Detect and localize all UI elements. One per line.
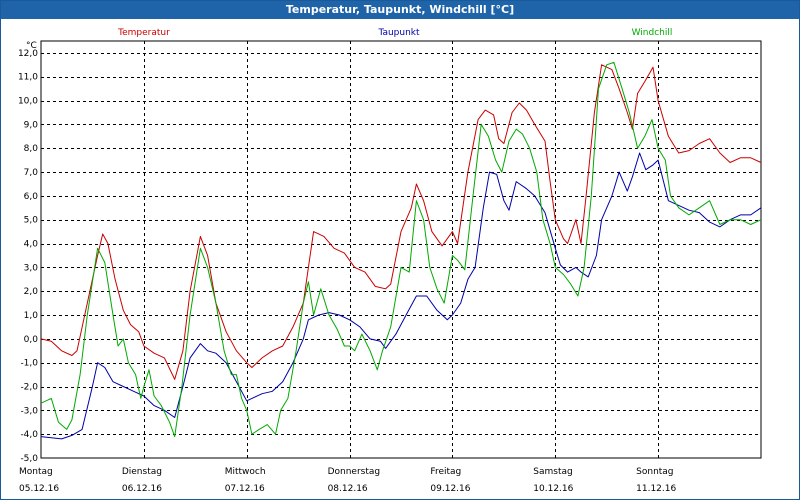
- y-tick-label: 4,0: [24, 240, 39, 250]
- chart-window: Temperatur, Taupunkt, Windchill [°C] °C …: [0, 0, 800, 500]
- x-tick-day: Samstag: [533, 467, 572, 477]
- legend: Temperatur Taupunkt Windchill: [117, 28, 672, 38]
- x-tick-date: 06.12.16: [122, 484, 162, 494]
- y-tick-label: 11,0: [18, 73, 38, 83]
- y-tick-label: 12,0: [18, 49, 38, 59]
- x-tick-date: 08.12.16: [328, 484, 368, 494]
- y-tick-label: 9,0: [24, 120, 39, 130]
- y-tick-label: -5,0: [20, 454, 38, 464]
- y-tick-label: 3,0: [24, 263, 39, 273]
- y-tick-label: -1,0: [20, 359, 38, 369]
- legend-entry-temperatur: Temperatur: [117, 28, 170, 38]
- y-tick-label: 7,0: [24, 168, 39, 178]
- y-tick-label: -3,0: [20, 406, 38, 416]
- y-tick-label: 1,0: [24, 311, 39, 321]
- x-tick-day: Donnerstag: [328, 467, 381, 477]
- y-tick-label: 8,0: [24, 144, 39, 154]
- x-tick-day: Sonntag: [636, 467, 673, 477]
- window-title: Temperatur, Taupunkt, Windchill [°C]: [1, 1, 799, 19]
- x-tick-day: Freitag: [430, 467, 461, 477]
- y-tick-label: 5,0: [24, 216, 39, 226]
- x-tick-date: 07.12.16: [225, 484, 265, 494]
- y-tick-label: -4,0: [20, 430, 38, 440]
- y-tick-label: 2,0: [24, 287, 39, 297]
- x-tick-date: 05.12.16: [19, 484, 59, 494]
- x-tick-day: Dienstag: [122, 467, 162, 477]
- series-line-temperatur: [40, 64, 762, 380]
- series-line-windchill: [40, 61, 762, 438]
- x-tick-labels: Montag 05.12.16 Dienstag 06.12.16 Mittwoch 07…: [19, 467, 676, 494]
- y-tick-label: 0,0: [24, 335, 39, 345]
- legend-entry-taupunkt: Taupunkt: [377, 28, 420, 38]
- y-tick-label: 6,0: [24, 192, 39, 202]
- y-tick-label: 10,0: [18, 97, 38, 107]
- plot-frame: [40, 40, 762, 459]
- series-line-taupunkt: [40, 152, 762, 440]
- y-tick-label: -2,0: [20, 383, 38, 393]
- x-tick-date: 10.12.16: [533, 484, 573, 494]
- x-tick-day: Montag: [19, 467, 53, 477]
- x-tick-day: Mittwoch: [225, 467, 266, 477]
- x-tick-date: 09.12.16: [430, 484, 470, 494]
- y-tick-labels: 12,0 11,0 10,0 9,0 8,0 7,0 6,0 5,0 4,0 3,0 2,0 1,0 0…: [18, 49, 38, 464]
- grid: [40, 40, 762, 459]
- x-tick-date: 11.12.16: [636, 484, 676, 494]
- chart-canvas: °C 12,011,010,09,08,07,06,05,04,03,02,01…: [18, 28, 762, 494]
- series-lines: [40, 61, 762, 440]
- legend-entry-windchill: Windchill: [632, 28, 673, 38]
